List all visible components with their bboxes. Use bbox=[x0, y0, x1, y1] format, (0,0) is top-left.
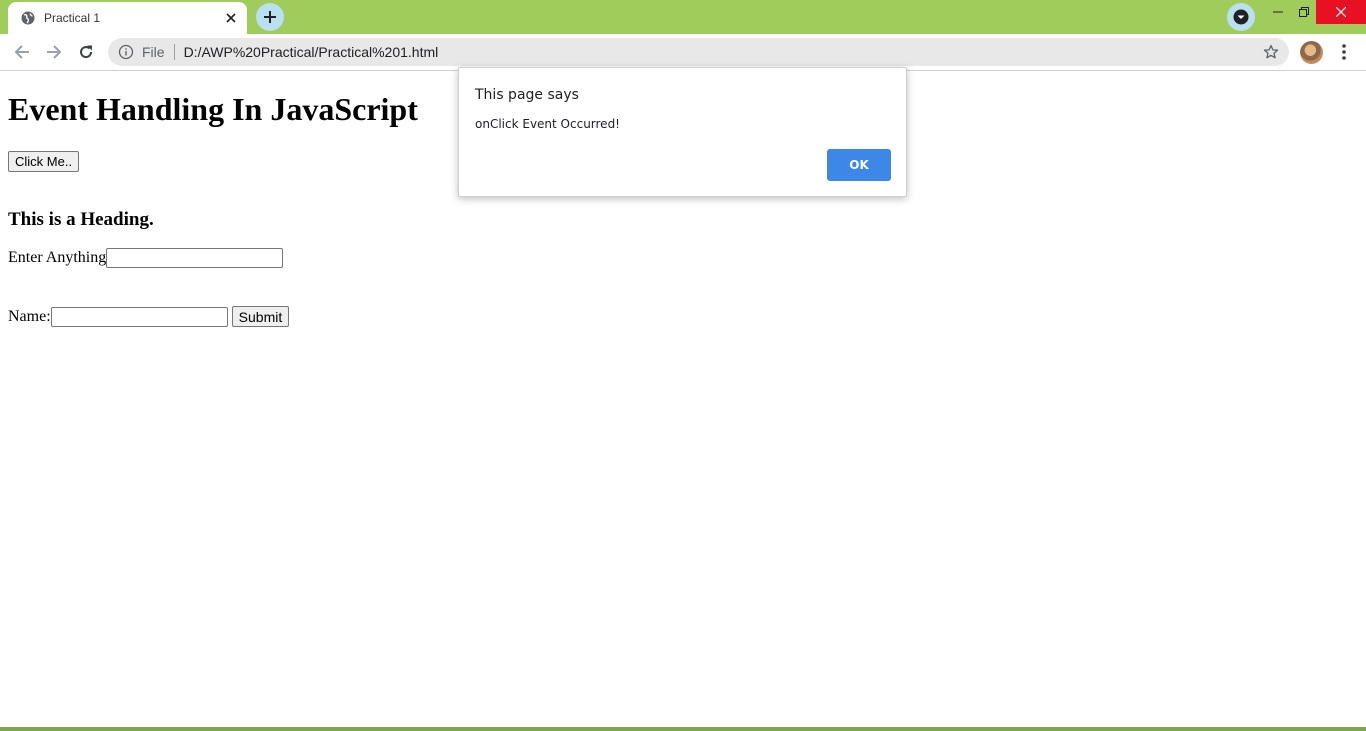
anything-row: Enter Anything bbox=[8, 248, 284, 268]
chevron-down-icon bbox=[1233, 9, 1249, 25]
tab-title: Practical 1 bbox=[44, 11, 101, 25]
arrow-right-icon bbox=[47, 45, 62, 59]
anything-input[interactable] bbox=[106, 248, 284, 268]
info-icon[interactable] bbox=[118, 44, 134, 60]
reload-button[interactable] bbox=[72, 38, 100, 66]
address-bar[interactable]: File D:/AWP%20Practical/Practical%201.ht… bbox=[108, 38, 1289, 66]
arrow-left-icon bbox=[14, 45, 29, 59]
url-separator bbox=[173, 44, 175, 60]
dialog-title: This page says bbox=[475, 87, 579, 103]
page-heading: Event Handling In JavaScript bbox=[8, 91, 418, 127]
back-button[interactable] bbox=[8, 38, 36, 66]
tab-practical-1[interactable]: Practical 1 bbox=[8, 2, 247, 34]
url-text[interactable]: D:/AWP%20Practical/Practical%201.html bbox=[184, 44, 1261, 60]
dialog-message: onClick Event Occurred! bbox=[475, 117, 620, 131]
close-icon bbox=[1336, 7, 1346, 17]
section-heading: This is a Heading. bbox=[8, 209, 154, 230]
reload-icon bbox=[80, 45, 93, 59]
plus-icon bbox=[264, 11, 276, 23]
bookmark-star-icon[interactable] bbox=[1261, 42, 1281, 62]
close-window-button[interactable] bbox=[1316, 0, 1366, 24]
tab-strip: Practical 1 bbox=[0, 0, 1366, 34]
click-me-button[interactable]: Click Me.. bbox=[8, 151, 80, 172]
url-scheme: File bbox=[142, 44, 165, 60]
name-input[interactable] bbox=[50, 306, 228, 327]
browser-menu-button[interactable] bbox=[1332, 38, 1356, 66]
name-label: Name: bbox=[8, 307, 51, 325]
globe-icon bbox=[20, 10, 36, 26]
close-tab-icon[interactable] bbox=[221, 8, 241, 28]
profile-avatar[interactable] bbox=[1300, 41, 1323, 64]
forward-button[interactable] bbox=[40, 38, 68, 66]
name-form: Name: Submit bbox=[8, 306, 290, 327]
alert-dialog: This page says onClick Event Occurred! O… bbox=[458, 67, 907, 197]
anything-label: Enter Anything bbox=[8, 249, 107, 266]
ok-button[interactable]: OK bbox=[827, 149, 891, 181]
more-vert-icon bbox=[1342, 44, 1346, 60]
taskbar-edge bbox=[0, 727, 1366, 731]
tab-search-button[interactable] bbox=[1227, 3, 1255, 31]
browser-toolbar: File D:/AWP%20Practical/Practical%201.ht… bbox=[0, 34, 1366, 71]
new-tab-button[interactable] bbox=[256, 3, 284, 31]
submit-button[interactable]: Submit bbox=[231, 306, 290, 327]
restore-icon bbox=[1299, 7, 1309, 17]
